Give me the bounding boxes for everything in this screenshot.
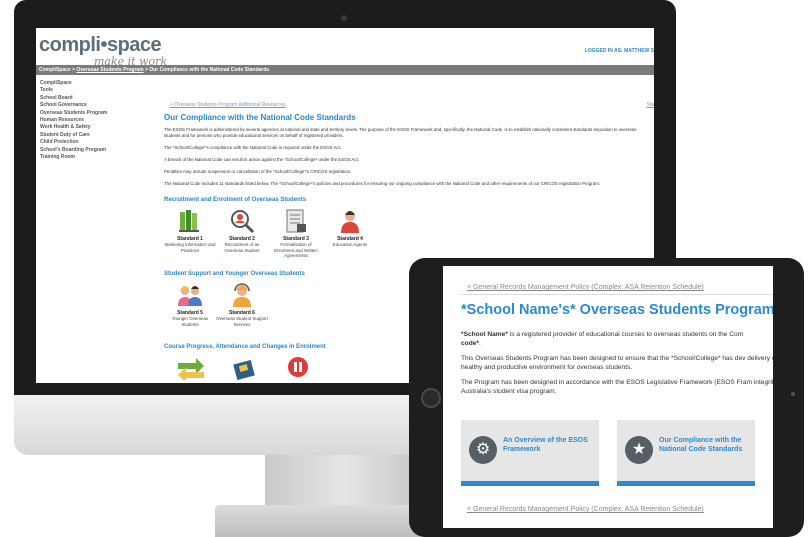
agent-person-icon [337,208,363,234]
section-heading-progress: Course Progress, Attendance and Changes … [164,344,326,350]
standard-desc: Recruitment of an Overseas Student [224,242,260,253]
sidebar-nav: CompliSpace Tools School Board School Go… [40,80,160,161]
sidebar-item-whs[interactable]: Work Health & Safety [40,124,160,131]
paragraph: The ESOS Framework is administered by se… [164,127,637,138]
webcam-icon [341,15,347,21]
support-headset-icon [229,282,255,308]
paragraph-text: is a registered provider of educational … [507,331,744,338]
sidebar-item-training-room[interactable]: Training Room [40,154,160,161]
divider [461,294,773,295]
breadcrumb-section[interactable]: Overseas Students Program [76,67,143,73]
tablet-page-title: *School Name's* Overseas Students Progra… [461,302,773,318]
standard-desc: Formalisation of Enrolment and Written A… [274,242,318,258]
card-label: Our Compliance with the National Code St… [659,437,743,453]
standard-desc: Overseas Student Support Services [216,316,268,327]
standard-4-card[interactable]: Standard 4 Education Agents [324,208,376,248]
sidebar-item-tools[interactable]: Tools [40,87,160,94]
logged-in-user[interactable]: LOGGED IN AS: MATTHEW S [585,48,654,54]
sidebar-item-overseas-students[interactable]: Overseas Students Program [40,110,160,117]
standard-5-card[interactable]: Standard 5 Younger Overseas Students [164,282,216,327]
paragraph: Penalties may include suspension or canc… [164,169,352,174]
star-icon: ★ [625,436,653,464]
magnifier-person-icon [229,208,255,234]
tablet-screen: < General Records Management Policy (Com… [443,266,773,528]
tablet-camera-icon [791,392,795,396]
students-icon [177,282,203,308]
national-code-card[interactable]: ★ Our Compliance with the National Code … [617,420,755,486]
tablet-bottom-prev-link[interactable]: < General Records Management Policy (Com… [467,506,704,513]
section-heading-support: Student Support and Younger Overseas Stu… [164,271,305,277]
standard-desc: Marketing Information and Practices [164,242,216,253]
paragraph: The *School/College*'s compliance with t… [164,145,342,150]
tablet-paragraph-3: The Program has been designed in accorda… [461,379,773,395]
breadcrumb-root[interactable]: CompliSpace [39,67,71,73]
tablet-paragraph-2: This Overseas Students Program has been … [461,355,773,371]
complispace-logo[interactable]: compli•space make it work [39,34,167,68]
standard-desc: Education Agents [332,242,368,247]
gear-icon: ⚙ [469,436,497,464]
page-title: Our Compliance with the National Code St… [164,113,356,122]
school-name-bold: *School Name* [461,331,508,338]
document-form-icon [283,208,309,234]
next-page-link[interactable]: Sta [646,102,654,108]
prev-page-link[interactable]: < Overseas Students Program Additional R… [170,102,286,108]
card-accent-bar [617,481,755,486]
standard-1-card[interactable]: Standard 1 Marketing Information and Pra… [164,208,216,253]
card-accent-bar [461,481,599,486]
standard-desc: Younger Overseas Students [171,316,209,327]
arrows-exchange-icon[interactable] [176,356,206,383]
paragraph: The National Code includes 11 standards … [164,181,601,186]
passport-icon[interactable] [232,356,256,381]
breadcrumb: CompliSpace > Overseas Students Program … [36,65,654,75]
sidebar-item-human-resources[interactable]: Human Resources [40,117,160,124]
standard-2-card[interactable]: Standard 2 Recruitment of an Overseas St… [216,208,268,253]
sidebar-item-duty-of-care[interactable]: Student Duty of Care [40,132,160,139]
sidebar-item-school-governance[interactable]: School Governance [40,102,160,109]
pause-icon[interactable] [287,356,309,378]
home-button-icon[interactable] [421,388,441,408]
card-label: An Overview of the ESOS Framework [503,437,588,453]
section-heading-recruitment: Recruitment and Enrolment of Overseas St… [164,197,307,203]
sidebar-item-complispace[interactable]: CompliSpace [40,80,160,87]
standard-6-card[interactable]: Standard 6 Overseas Student Support Serv… [216,282,268,327]
tablet-prev-link[interactable]: < General Records Management Policy (Com… [467,284,704,291]
esos-overview-card[interactable]: ⚙ An Overview of the ESOS Framework [461,420,599,486]
sidebar-item-school-board[interactable]: School Board [40,95,160,102]
tablet-paragraph-1: *School Name* is a registered provider o… [461,331,744,347]
breadcrumb-current: Our Compliance with the National Code St… [149,67,270,73]
standard-3-card[interactable]: Standard 3 Formalisation of Enrolment an… [270,208,322,259]
sidebar-item-boarding[interactable]: School's Boarding Program [40,147,160,154]
code-bold: code* [461,340,479,347]
sidebar-item-child-protection[interactable]: Child Protection [40,139,160,146]
paragraph: A breach of the National Code can result… [164,157,360,162]
logo-text: compli•space [39,34,162,56]
books-icon [177,208,203,234]
